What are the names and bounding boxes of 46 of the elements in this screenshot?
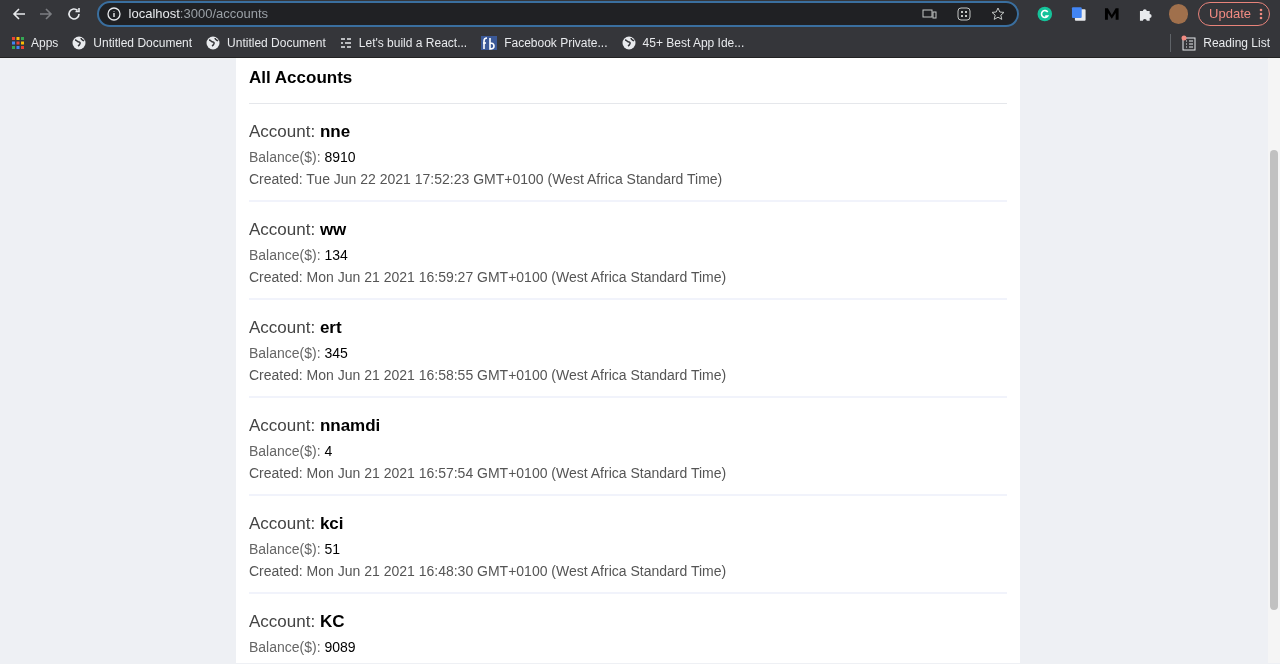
profile-avatar[interactable] bbox=[1168, 4, 1189, 24]
star-icon[interactable] bbox=[991, 7, 1006, 21]
account-balance: Balance($): 134 bbox=[249, 246, 348, 265]
account-created-date: Created: Mon Jun 21 2021 16:57:54 GMT+0100 (West Africa Standard Time) bbox=[249, 464, 727, 483]
cast-icon[interactable] bbox=[922, 8, 938, 20]
reading-list-button[interactable]: Reading List bbox=[1181, 33, 1270, 52]
globe-icon bbox=[206, 35, 221, 50]
scrollbar[interactable] bbox=[1268, 58, 1280, 663]
info-icon bbox=[106, 7, 121, 21]
puzzle-icon[interactable] bbox=[1138, 6, 1153, 22]
bookmark[interactable]: Let's build a React... bbox=[339, 33, 468, 52]
account-created-date: Created: Tue Jun 22 2021 17:52:23 GMT+0100 (West Africa Standard Time) bbox=[249, 170, 723, 189]
apps-grid-icon bbox=[12, 36, 24, 49]
account-name: Account: kci bbox=[249, 513, 344, 535]
address-bar[interactable]: localhost:3000/accounts bbox=[96, 1, 1020, 27]
reading-list-icon bbox=[1181, 34, 1198, 51]
list-icon bbox=[339, 37, 352, 48]
globe-icon bbox=[72, 35, 87, 50]
account-balance: Balance($): 4 bbox=[249, 442, 333, 461]
fb-logo-icon bbox=[481, 35, 498, 50]
url-path: :3000/accounts bbox=[179, 5, 269, 24]
bookmark[interactable]: Untitled Document bbox=[206, 33, 326, 52]
page-title: All Accounts bbox=[249, 67, 353, 90]
more-icon bbox=[1259, 8, 1263, 20]
translate-extension-icon[interactable] bbox=[1070, 6, 1087, 22]
account-balance: Balance($): 8910 bbox=[249, 148, 356, 167]
url-host: localhost bbox=[128, 5, 180, 24]
grammar-extension-icon[interactable] bbox=[1037, 6, 1053, 22]
bookmark[interactable]: 45+ Best App Ide... bbox=[621, 33, 745, 52]
account-created-date: Created: Mon Jun 21 2021 16:48:30 GMT+0100 (West Africa Standard Time) bbox=[249, 562, 727, 581]
account-created-date: Created: Mon Jun 21 2021 16:59:27 GMT+0100 (West Africa Standard Time) bbox=[249, 268, 727, 287]
grid-icon[interactable] bbox=[957, 7, 972, 21]
globe-icon bbox=[621, 35, 636, 50]
bookmark[interactable]: Untitled Document bbox=[72, 33, 193, 52]
reload-button[interactable] bbox=[65, 5, 83, 23]
account-created-date: Created: Mon Jun 21 2021 16:58:55 GMT+0100 (West Africa Standard Time) bbox=[249, 366, 727, 385]
account-name: Account: ert bbox=[249, 317, 342, 339]
account-balance: Balance($): 51 bbox=[249, 540, 341, 559]
bookmark[interactable]: Apps bbox=[12, 33, 59, 52]
account-name: Account: nnamdi bbox=[249, 415, 381, 437]
account-name: Account: KC bbox=[249, 611, 345, 633]
account-balance: Balance($): 9089 bbox=[249, 638, 356, 657]
account-name: Account: nne bbox=[249, 121, 351, 143]
bookmark[interactable]: Facebook Private... bbox=[481, 33, 608, 52]
account-balance: Balance($): 345 bbox=[249, 344, 348, 363]
account-name: Account: ww bbox=[249, 219, 347, 241]
